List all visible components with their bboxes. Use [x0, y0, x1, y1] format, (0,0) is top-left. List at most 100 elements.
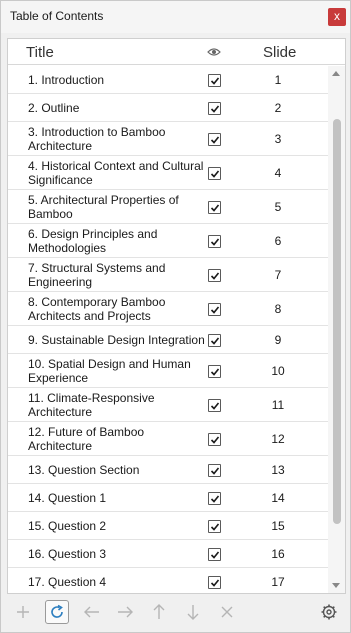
slide-number: 12 [271, 432, 285, 446]
table-row[interactable]: 5. Architectural Properties of Bamboo 5 [8, 190, 328, 224]
column-header-title[interactable]: Title [26, 44, 54, 61]
slide-number: 17 [271, 575, 285, 589]
row-title[interactable]: 11. Climate-Responsive Architecture [28, 391, 208, 419]
table-row[interactable]: 14. Question 1 14 [8, 484, 328, 512]
slide-number: 10 [271, 364, 285, 378]
slide-number: 7 [274, 268, 282, 282]
scroll-down-icon[interactable] [332, 583, 340, 588]
bottom-toolbar [1, 597, 350, 627]
arrow-left-icon [84, 606, 99, 618]
row-title[interactable]: 7. Structural Systems and Engineering [28, 261, 208, 289]
slide-number: 15 [271, 519, 285, 533]
table-header: Title Slide [8, 39, 345, 65]
slide-number: 4 [274, 166, 282, 180]
row-title[interactable]: 5. Architectural Properties of Bamboo [28, 193, 208, 221]
visible-checkbox[interactable] [208, 102, 221, 115]
arrow-down-icon [187, 605, 199, 620]
checkmark-icon [210, 170, 220, 178]
table-row[interactable]: 2. Outline 2 [8, 94, 328, 122]
table-row[interactable]: 16. Question 3 16 [8, 540, 328, 568]
visible-checkbox[interactable] [208, 548, 221, 561]
row-title[interactable]: 13. Question Section [28, 463, 208, 477]
row-title[interactable]: 3. Introduction to Bamboo Architecture [28, 125, 208, 153]
delete-button[interactable] [215, 600, 239, 624]
row-title[interactable]: 17. Question 4 [28, 575, 208, 589]
window-title: Table of Contents [10, 9, 104, 23]
table-row[interactable]: 1. Introduction 1 [8, 66, 328, 94]
visible-checkbox[interactable] [208, 433, 221, 446]
toc-table: Title Slide 1. Introduction 1 2. Outline 2 3… [7, 38, 346, 594]
checkmark-icon [210, 77, 220, 85]
table-row[interactable]: 15. Question 2 15 [8, 512, 328, 540]
visible-checkbox[interactable] [208, 365, 221, 378]
settings-button[interactable] [317, 600, 341, 624]
column-header-slide[interactable]: Slide [263, 44, 296, 61]
visible-checkbox[interactable] [208, 133, 221, 146]
row-title[interactable]: 16. Question 3 [28, 547, 208, 561]
row-title[interactable]: 2. Outline [28, 101, 208, 115]
row-title[interactable]: 4. Historical Context and Cultural Signi… [28, 159, 208, 187]
row-title[interactable]: 9. Sustainable Design Integration [28, 333, 208, 347]
checkmark-icon [210, 436, 220, 444]
visible-checkbox[interactable] [208, 235, 221, 248]
visible-checkbox[interactable] [208, 464, 221, 477]
row-title[interactable]: 14. Question 1 [28, 491, 208, 505]
table-row[interactable]: 17. Question 4 17 [8, 568, 328, 593]
add-button[interactable] [11, 600, 35, 624]
arrow-up-icon [153, 604, 165, 619]
table-row[interactable]: 11. Climate-Responsive Architecture 11 [8, 388, 328, 422]
slide-number: 2 [274, 101, 282, 115]
visible-checkbox[interactable] [208, 334, 221, 347]
eye-icon[interactable] [207, 46, 221, 60]
checkmark-icon [210, 337, 220, 345]
vertical-scrollbar[interactable] [328, 66, 345, 593]
table-row[interactable]: 13. Question Section 13 [8, 456, 328, 484]
move-down-button[interactable] [181, 600, 205, 624]
move-right-button[interactable] [113, 600, 137, 624]
table-row[interactable]: 6. Design Principles and Methodologies 6 [8, 224, 328, 258]
visible-checkbox[interactable] [208, 201, 221, 214]
row-title[interactable]: 6. Design Principles and Methodologies [28, 227, 208, 255]
row-title[interactable]: 1. Introduction [28, 73, 208, 87]
checkmark-icon [210, 402, 220, 410]
toc-window: Table of Contents x Title Slide 1. Intro… [0, 0, 351, 633]
slide-number: 14 [271, 491, 285, 505]
scroll-up-icon[interactable] [332, 71, 340, 76]
refresh-button[interactable] [45, 600, 69, 624]
close-button[interactable]: x [328, 8, 346, 26]
visible-checkbox[interactable] [208, 303, 221, 316]
visible-checkbox[interactable] [208, 492, 221, 505]
checkmark-icon [210, 495, 220, 503]
slide-number: 1 [274, 73, 282, 87]
checkmark-icon [210, 467, 220, 475]
checkmark-icon [210, 368, 220, 376]
title-bar[interactable]: Table of Contents x [1, 1, 350, 33]
slide-number: 8 [274, 302, 282, 316]
checkmark-icon [210, 551, 220, 559]
table-row[interactable]: 3. Introduction to Bamboo Architecture 3 [8, 122, 328, 156]
visible-checkbox[interactable] [208, 520, 221, 533]
visible-checkbox[interactable] [208, 269, 221, 282]
move-left-button[interactable] [80, 600, 104, 624]
table-row[interactable]: 4. Historical Context and Cultural Signi… [8, 156, 328, 190]
move-up-button[interactable] [147, 600, 171, 624]
visible-checkbox[interactable] [208, 74, 221, 87]
visible-checkbox[interactable] [208, 576, 221, 589]
table-row[interactable]: 7. Structural Systems and Engineering 7 [8, 258, 328, 292]
checkmark-icon [210, 105, 220, 113]
row-title[interactable]: 10. Spatial Design and Human Experience [28, 357, 208, 385]
table-row[interactable]: 8. Contemporary Bamboo Architects and Pr… [8, 292, 328, 326]
table-row[interactable]: 12. Future of Bamboo Architecture 12 [8, 422, 328, 456]
visible-checkbox[interactable] [208, 167, 221, 180]
scrollbar-thumb[interactable] [333, 119, 341, 524]
visible-checkbox[interactable] [208, 399, 221, 412]
row-title[interactable]: 8. Contemporary Bamboo Architects and Pr… [28, 295, 208, 323]
row-title[interactable]: 12. Future of Bamboo Architecture [28, 425, 208, 453]
table-row[interactable]: 9. Sustainable Design Integration 9 [8, 326, 328, 354]
slide-number: 9 [274, 333, 282, 347]
delete-icon [221, 606, 233, 618]
add-icon [17, 606, 29, 618]
table-row[interactable]: 10. Spatial Design and Human Experience 1… [8, 354, 328, 388]
settings-icon [321, 604, 337, 620]
row-title[interactable]: 15. Question 2 [28, 519, 208, 533]
